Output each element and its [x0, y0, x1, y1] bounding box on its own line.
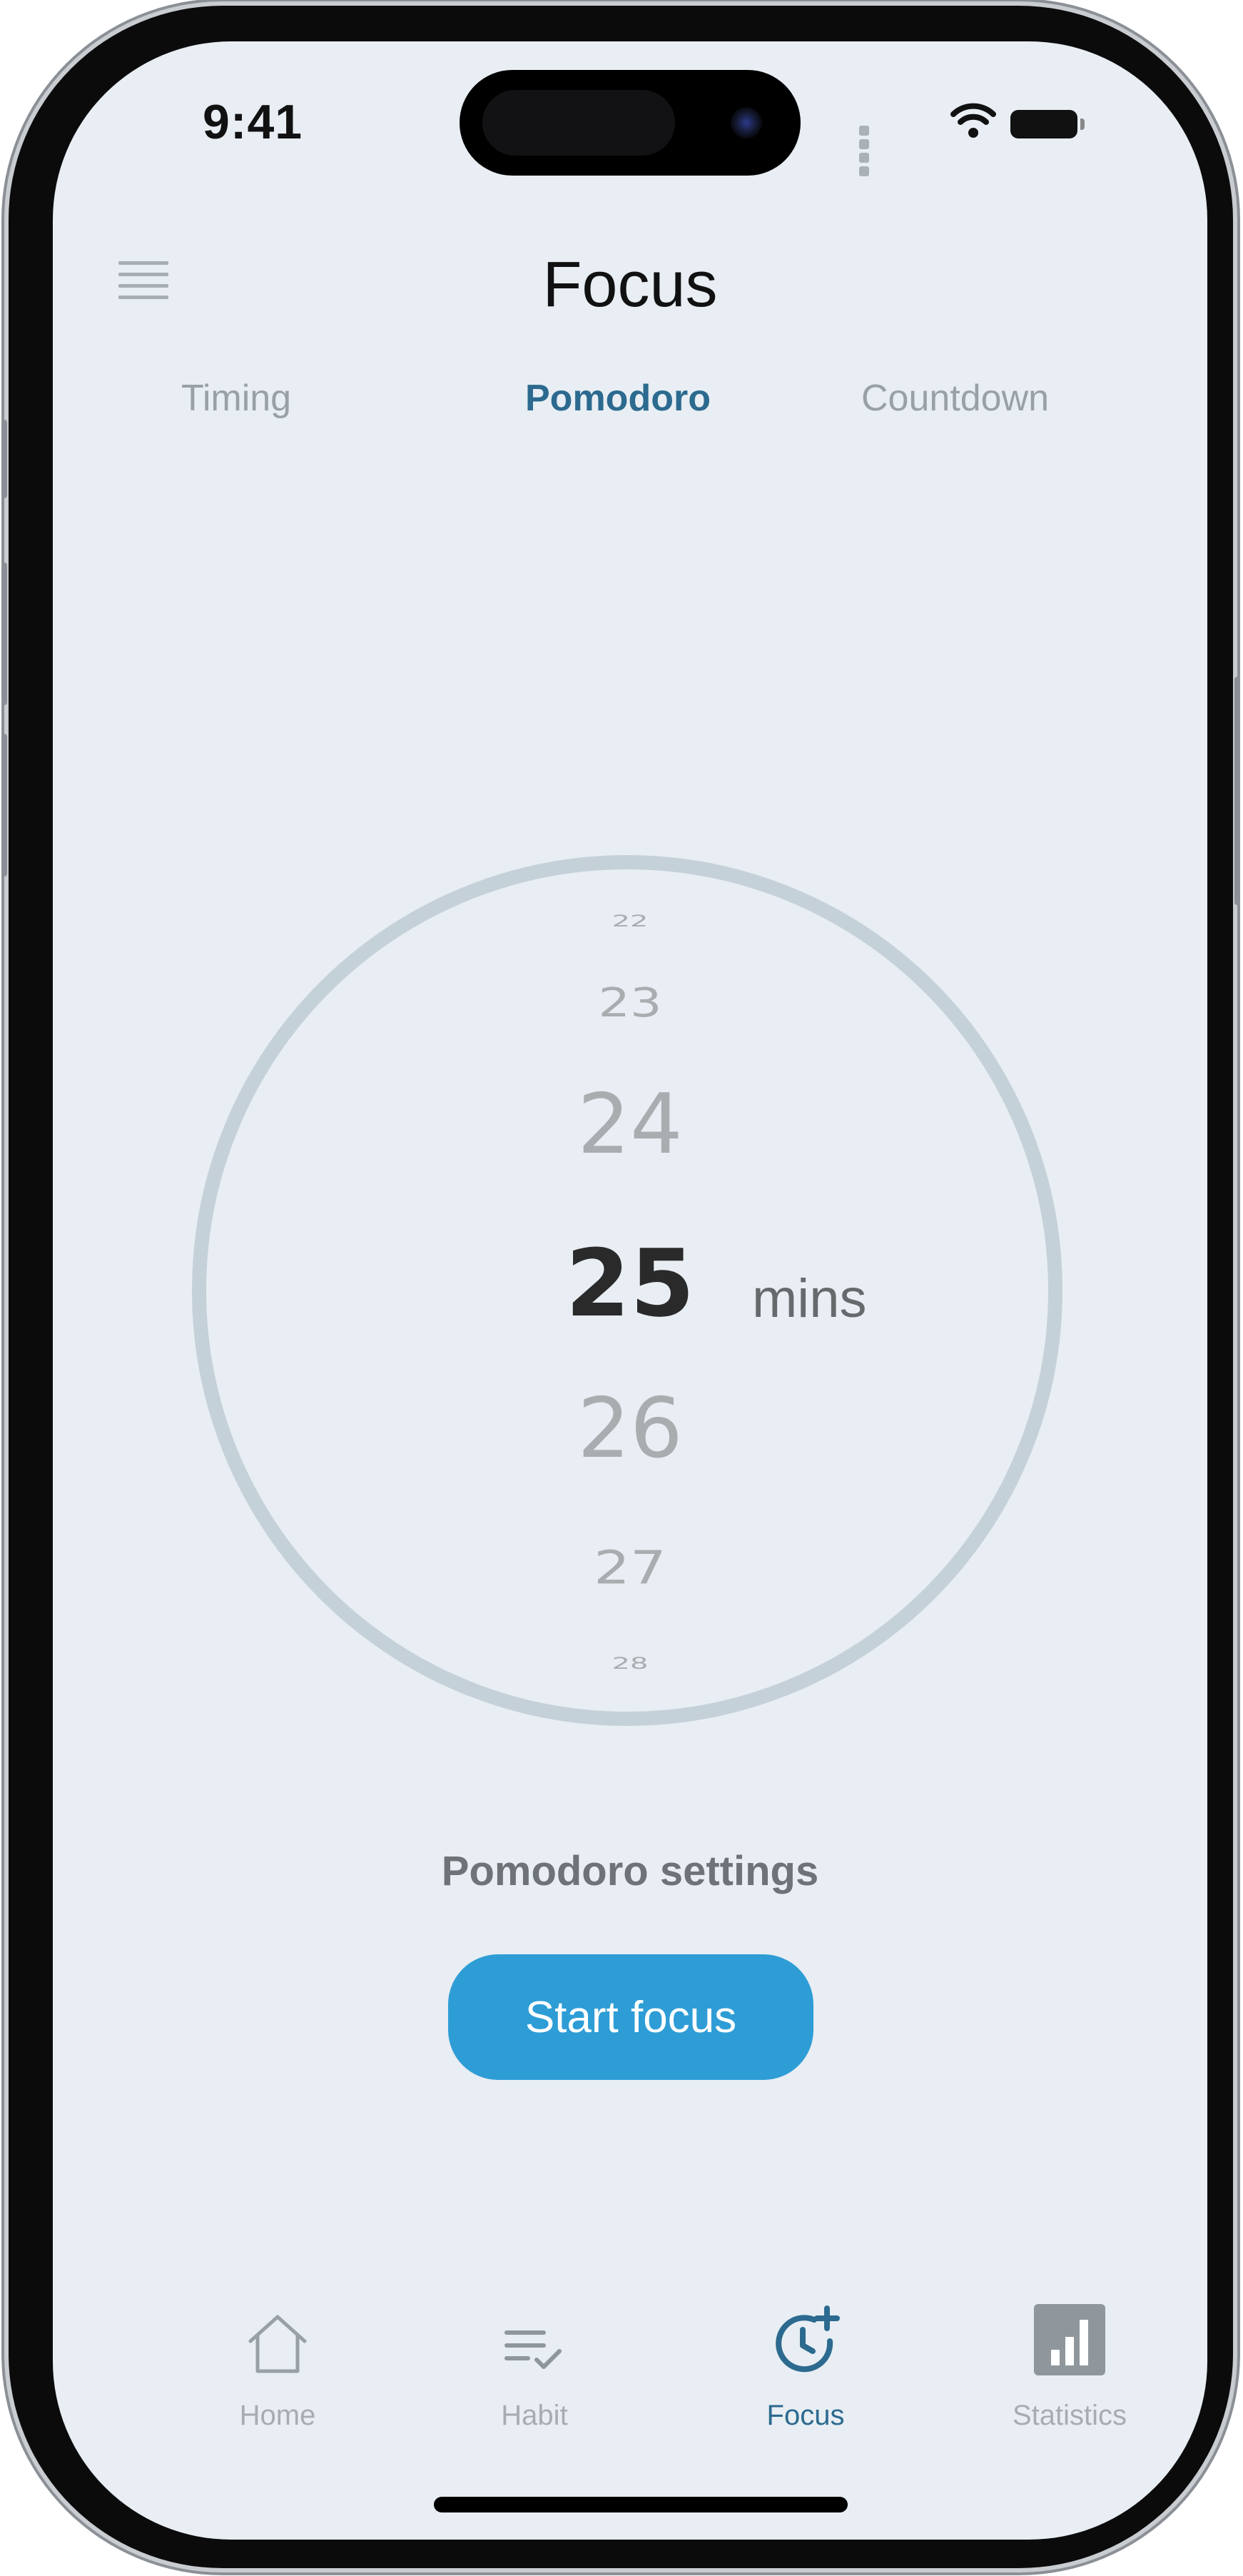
nav-item-habit[interactable]: Habit — [427, 2297, 641, 2432]
picker-value[interactable]: 28 — [53, 1655, 1207, 1672]
silent-switch — [1, 420, 7, 498]
wifi-icon — [950, 103, 996, 138]
screen: 9:41 Focus Timing Pomodoro Countdown 22 … — [53, 41, 1207, 2540]
camera-icon — [731, 107, 762, 138]
picker-value[interactable]: 24 — [53, 1076, 1207, 1173]
picker-value[interactable]: 23 — [53, 979, 1207, 1026]
picker-value[interactable]: 27 — [53, 1541, 1207, 1594]
start-focus-button[interactable]: Start focus — [448, 1954, 813, 2080]
signal-icon — [859, 126, 875, 180]
nav-label: Habit — [501, 2400, 568, 2431]
picker-value[interactable]: 22 — [53, 912, 1207, 930]
volume-down-button — [1, 734, 7, 877]
nav-item-focus[interactable]: Focus — [699, 2297, 913, 2432]
status-time: 9:41 — [203, 95, 303, 149]
nav-item-home[interactable]: Home — [171, 2297, 385, 2432]
statistics-icon — [1034, 2304, 1105, 2375]
nav-item-statistics[interactable]: Statistics — [963, 2297, 1177, 2432]
home-icon — [248, 2315, 307, 2373]
island-sensor — [482, 90, 675, 156]
tab-pomodoro[interactable]: Pomodoro — [525, 377, 711, 420]
picker-value[interactable]: 26 — [53, 1380, 1207, 1477]
picker-value-selected[interactable]: 25 — [53, 1229, 1207, 1338]
focus-clock-icon — [776, 2305, 840, 2373]
page-title: Focus — [542, 249, 718, 320]
tab-countdown[interactable]: Countdown — [861, 377, 1049, 420]
home-indicator[interactable] — [434, 2497, 848, 2512]
dynamic-island — [460, 70, 801, 176]
nav-label: Focus — [766, 2400, 845, 2431]
nav-label: Statistics — [1012, 2400, 1127, 2431]
volume-up-button — [1, 562, 7, 705]
tab-timing[interactable]: Timing — [181, 377, 291, 420]
picker-unit: mins — [752, 1268, 867, 1329]
phone-frame: 9:41 Focus Timing Pomodoro Countdown 22 … — [1, 6, 1240, 2568]
nav-label: Home — [239, 2400, 316, 2431]
power-button — [1234, 677, 1240, 905]
habit-list-icon — [504, 2330, 562, 2369]
battery-icon — [1010, 110, 1085, 138]
pomodoro-settings-link[interactable]: Pomodoro settings — [53, 1847, 1207, 1895]
